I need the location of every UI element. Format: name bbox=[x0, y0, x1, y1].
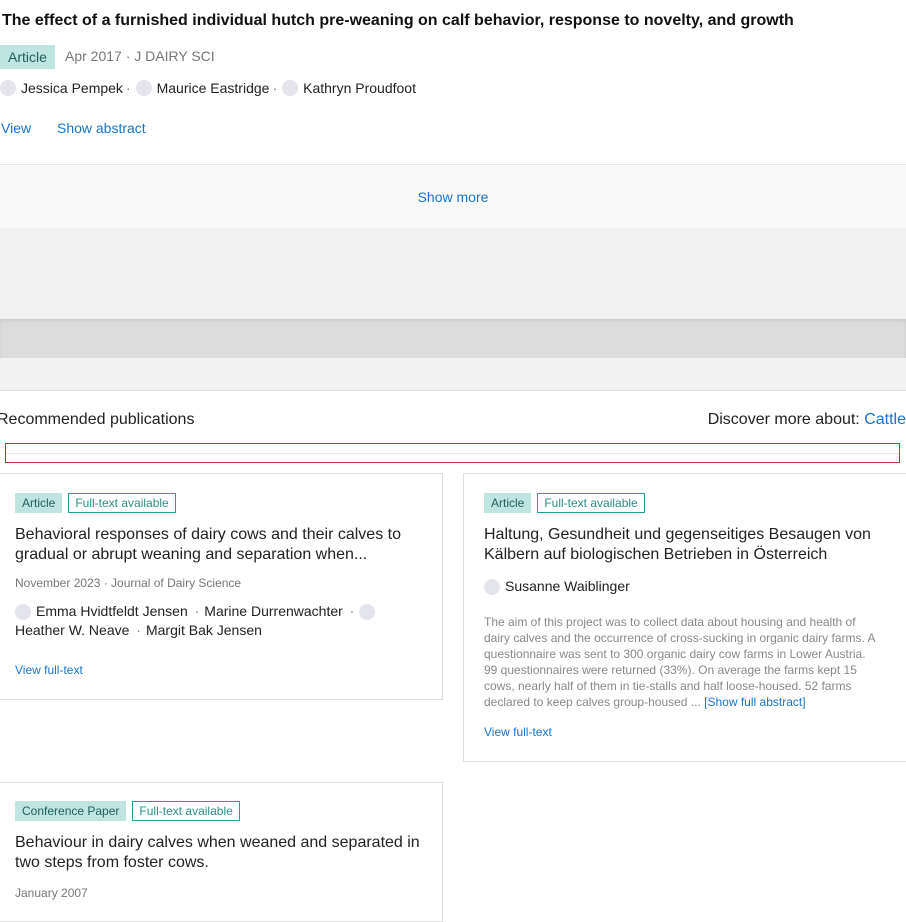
avatar[interactable] bbox=[0, 80, 16, 96]
publication-card: Conference Paper Full-text available Beh… bbox=[0, 782, 443, 922]
topic-link[interactable]: Cattle bbox=[864, 411, 906, 428]
publication-title[interactable]: Haltung, Gesundheit und gegenseitiges Be… bbox=[484, 525, 882, 565]
show-more-bar: Show more bbox=[0, 164, 906, 229]
author-link[interactable]: Kathryn Proudfoot bbox=[303, 80, 416, 96]
publication-title[interactable]: Behaviour in dairy calves when weaned an… bbox=[15, 833, 426, 873]
avatar[interactable] bbox=[135, 80, 152, 96]
recommended-heading: Recommended publications bbox=[0, 411, 195, 428]
publication-type-badge: Article bbox=[15, 493, 63, 513]
fulltext-badge: Full-text available bbox=[132, 801, 240, 821]
separator: · bbox=[345, 603, 355, 619]
avatar[interactable] bbox=[282, 80, 299, 96]
separator: · bbox=[125, 80, 131, 96]
publication-authors: Emma Hvidtfeldt Jensen · Marine Durrenwac… bbox=[15, 602, 426, 640]
avatar[interactable] bbox=[359, 604, 376, 621]
view-fulltext-link[interactable]: View full-text bbox=[484, 725, 552, 739]
divider-band bbox=[0, 319, 906, 358]
author-link[interactable]: Jessica Pempek bbox=[21, 80, 123, 96]
avatar[interactable] bbox=[15, 604, 31, 621]
author-link[interactable]: Susanne Waiblinger bbox=[505, 578, 630, 594]
fulltext-badge: Full-text available bbox=[537, 493, 645, 513]
separator: · bbox=[132, 622, 141, 638]
article-actions: View Show abstract bbox=[1, 120, 168, 136]
author-link[interactable]: Maurice Eastridge bbox=[157, 80, 270, 96]
discover-label: Discover more about: bbox=[707, 411, 865, 428]
show-more-button[interactable]: Show more bbox=[418, 189, 489, 205]
view-link[interactable]: View bbox=[1, 120, 31, 136]
highlight-box bbox=[5, 443, 900, 463]
publication-abstract: The aim of this project was to collect d… bbox=[484, 614, 882, 710]
article-authors: Jessica Pempek · Maurice Eastridge · Kat… bbox=[0, 80, 416, 96]
article-meta: Apr 2017 · J DAIRY SCI bbox=[65, 48, 215, 64]
publication-meta: January 2007 bbox=[15, 886, 88, 900]
publication-meta: November 2023 · Journal of Dairy Science bbox=[15, 576, 242, 590]
publication-card: Article Full-text available Haltung, Ges… bbox=[463, 473, 906, 762]
avatar[interactable] bbox=[484, 579, 500, 596]
publication-type-badge: Conference Paper bbox=[15, 801, 127, 821]
publication-type-badge: Article bbox=[484, 493, 532, 513]
publication-title[interactable]: Behavioral responses of dairy cows and t… bbox=[15, 525, 426, 565]
separator: · bbox=[272, 80, 278, 96]
show-abstract-link[interactable]: Show abstract bbox=[57, 120, 146, 136]
publication-authors: Susanne Waiblinger bbox=[484, 577, 896, 596]
spacer-band bbox=[0, 358, 906, 391]
separator: · bbox=[190, 603, 200, 619]
article-type-badge: Article bbox=[0, 45, 55, 69]
publication-card: Article Full-text available Behavioral r… bbox=[0, 473, 443, 700]
author-link[interactable]: Margit Bak Jensen bbox=[146, 622, 262, 638]
discover-more: Discover more about: Cattle bbox=[708, 411, 906, 429]
abstract-text: The aim of this project was to collect d… bbox=[484, 615, 875, 709]
article-title[interactable]: The effect of a furnished individual hut… bbox=[2, 12, 794, 30]
author-link[interactable]: Marine Durrenwachter bbox=[204, 603, 343, 619]
ad-placeholder bbox=[0, 228, 906, 319]
view-fulltext-link[interactable]: View full-text bbox=[15, 663, 83, 677]
fulltext-badge: Full-text available bbox=[68, 493, 176, 513]
show-full-abstract-link[interactable]: [Show full abstract] bbox=[704, 695, 805, 709]
author-link[interactable]: Heather W. Neave bbox=[15, 622, 129, 638]
author-link[interactable]: Emma Hvidtfeldt Jensen bbox=[36, 603, 188, 619]
